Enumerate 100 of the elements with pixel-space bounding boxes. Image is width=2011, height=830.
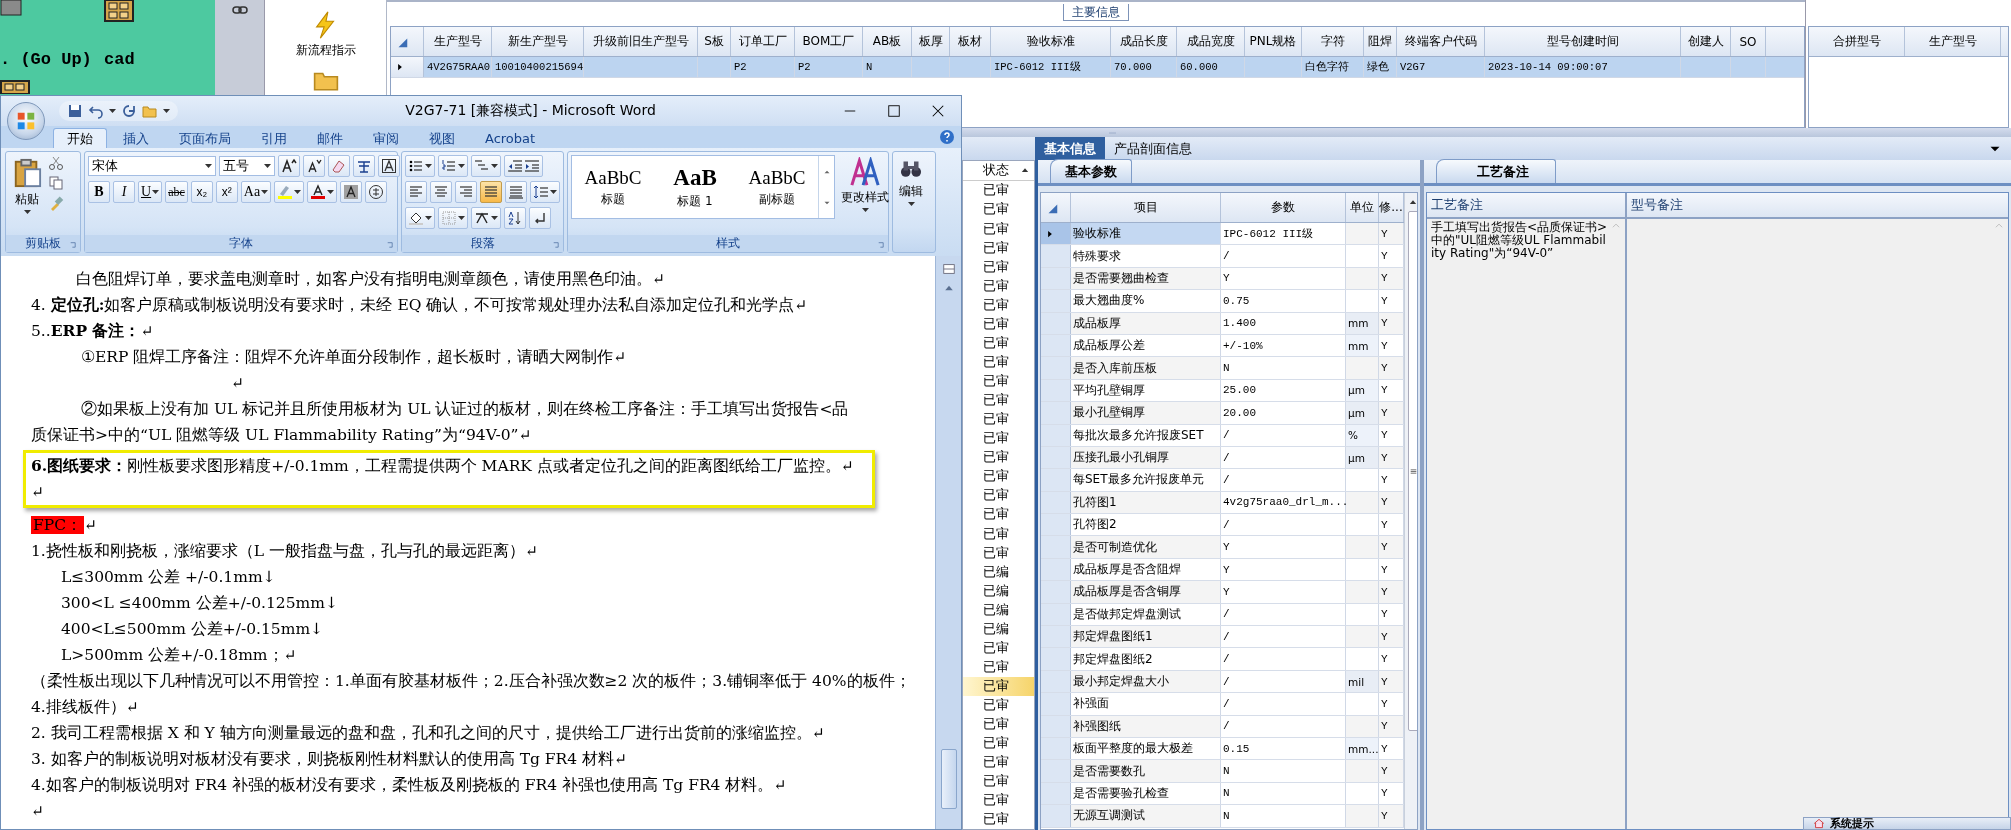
style-gallery-item[interactable]: AaB 标题 1 [654, 156, 736, 218]
close-icon[interactable] [931, 104, 945, 118]
system-tip-bar[interactable]: 系统提示 [1803, 817, 2011, 830]
decrease-indent-icon[interactable] [507, 158, 523, 174]
align-distributed-icon[interactable] [508, 184, 524, 200]
desktop-icon-label[interactable]: cad [104, 50, 135, 69]
sort-icon[interactable] [507, 210, 523, 226]
tab[interactable]: 基本参数 [1050, 159, 1132, 183]
column-header[interactable]: 新生产型号 [492, 27, 584, 56]
change-styles-button[interactable]: 更改样式 [838, 155, 892, 232]
font-size-field[interactable]: 五号 [219, 156, 275, 176]
caret-icon[interactable] [491, 215, 498, 221]
column-header[interactable]: SO [1731, 27, 1766, 56]
status-item[interactable]: 已审 [963, 238, 1034, 258]
column-header[interactable]: 生产型号 [1905, 27, 2001, 56]
scroll-thumb[interactable] [940, 749, 957, 809]
scissors-icon[interactable] [48, 155, 64, 171]
status-item[interactable]: 已审 [963, 752, 1034, 772]
character-shading-icon[interactable] [343, 184, 360, 200]
column-header[interactable]: 项目 [1071, 193, 1221, 222]
column-header[interactable]: 合拼型号 [1809, 27, 1905, 56]
character-border-icon[interactable] [381, 158, 397, 174]
format-button[interactable]: U [138, 181, 163, 203]
format-button[interactable]: Aa [240, 181, 272, 203]
column-header[interactable]: 验收标准 [991, 27, 1111, 56]
shrink-font-icon[interactable] [306, 158, 322, 174]
caret-icon[interactable] [491, 163, 498, 169]
paint-bucket-icon[interactable] [408, 210, 424, 226]
tab[interactable]: 工艺备注 [1436, 159, 1556, 183]
column-header[interactable]: 工艺备注 [1427, 193, 1625, 219]
paste-button[interactable]: 粘贴 [9, 155, 45, 232]
column-header[interactable]: 生产型号 [424, 27, 492, 56]
caret-icon[interactable] [425, 163, 432, 169]
letters-a-icon[interactable] [850, 157, 880, 187]
column-header[interactable]: AB板 [863, 27, 912, 56]
status-item[interactable]: 已审 [963, 295, 1034, 315]
column-header[interactable]: S板 [698, 27, 731, 56]
column-header[interactable]: PNL规格 [1245, 27, 1302, 56]
caret-icon[interactable] [550, 189, 557, 195]
help-icon[interactable] [939, 129, 955, 145]
dialog-launcher-icon[interactable] [386, 241, 395, 250]
status-item[interactable]: 已编 [963, 619, 1034, 639]
open-folder-icon[interactable] [142, 103, 158, 119]
status-item[interactable]: 已审 [963, 409, 1034, 429]
ribbon-tab[interactable]: 插入 [109, 128, 163, 148]
ribbon-tab[interactable]: Acrobat [471, 128, 550, 148]
caret-icon[interactable] [205, 163, 212, 169]
numbering-icon[interactable] [441, 158, 457, 174]
status-item[interactable]: 已编 [963, 581, 1034, 601]
status-item[interactable]: 已审 [963, 257, 1034, 277]
style-gallery-item[interactable]: AaBbC 标题 [572, 156, 654, 218]
column-header[interactable]: 板厚 [912, 27, 950, 56]
caret-icon[interactable] [264, 163, 271, 169]
clear-format-icon[interactable] [331, 158, 347, 174]
column-header[interactable]: 型号创建时间 [1485, 27, 1681, 56]
status-item[interactable]: 已审 [963, 485, 1034, 505]
column-header[interactable]: 状态 [983, 161, 1009, 180]
dialog-launcher-icon[interactable] [877, 241, 886, 250]
new-flow-button[interactable]: 新流程指示 [292, 8, 359, 61]
split-view-icon[interactable] [941, 262, 956, 276]
format-button[interactable]: abc [165, 181, 188, 203]
status-item[interactable]: 已编 [963, 562, 1034, 582]
status-item[interactable]: 已审 [963, 638, 1034, 658]
caret-icon[interactable] [23, 210, 31, 215]
column-header[interactable]: 成品宽度 [1177, 27, 1245, 56]
status-item[interactable]: 已审 [963, 543, 1034, 563]
status-item[interactable]: 已审 [963, 524, 1034, 544]
dialog-launcher-icon[interactable] [552, 241, 561, 250]
status-item[interactable]: 已审 [963, 390, 1034, 410]
column-header[interactable]: 创建人 [1681, 27, 1731, 56]
grid-icon[interactable] [104, 0, 134, 22]
format-button[interactable]: I [113, 181, 135, 203]
dialog-launcher-icon[interactable] [69, 241, 78, 250]
column-header[interactable]: 终端客户代码 [1397, 27, 1485, 56]
caret-icon[interactable] [907, 202, 915, 207]
status-item[interactable]: 已审 [963, 676, 1034, 696]
caret-icon[interactable] [861, 208, 869, 213]
format-button[interactable]: x² [215, 181, 238, 203]
status-item[interactable]: 已审 [963, 180, 1034, 200]
column-header[interactable]: 订单工厂 [731, 27, 795, 56]
ribbon-tab[interactable]: 视图 [415, 128, 469, 148]
clipboard-icon[interactable] [12, 157, 42, 189]
status-item[interactable]: 已审 [963, 314, 1034, 334]
status-item[interactable]: 已审 [963, 695, 1034, 715]
status-item[interactable]: 已编 [963, 600, 1034, 620]
column-header[interactable]: 字符 [1302, 27, 1364, 56]
ribbon-tab[interactable]: 页面布局 [165, 128, 245, 148]
ribbon-tab[interactable]: 邮件 [303, 128, 357, 148]
copy-icon[interactable] [48, 175, 64, 191]
column-header[interactable]: 单位 [1346, 193, 1379, 222]
column-header[interactable]: BOM工厂 [795, 27, 863, 56]
column-header[interactable]: 阻焊 [1364, 27, 1397, 56]
status-item[interactable]: 已审 [963, 199, 1034, 219]
caret-icon[interactable] [458, 215, 465, 221]
grow-font-icon[interactable] [281, 158, 297, 174]
status-item[interactable]: 已审 [963, 428, 1034, 448]
column-header[interactable]: 升级前旧生产型号 [584, 27, 698, 56]
status-item[interactable]: 已审 [963, 466, 1034, 486]
caret-icon[interactable] [152, 189, 160, 195]
caret-icon[interactable] [261, 189, 269, 195]
